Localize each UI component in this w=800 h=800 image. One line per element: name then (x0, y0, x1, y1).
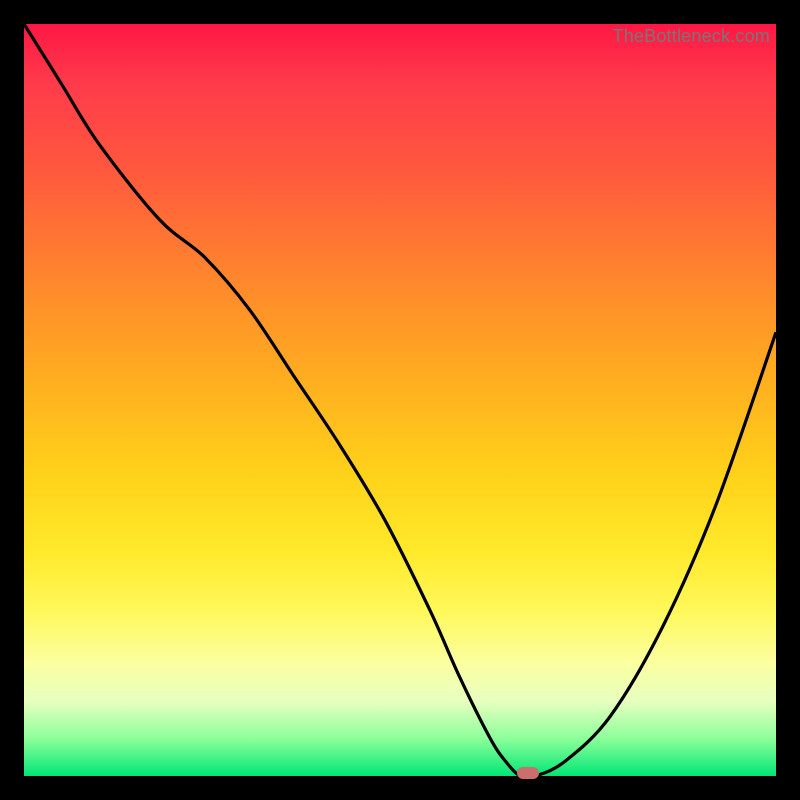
chart-frame: TheBottleneck.com (24, 24, 776, 776)
curve-path (24, 24, 776, 778)
watermark-text: TheBottleneck.com (613, 26, 770, 47)
optimum-marker (517, 767, 539, 779)
line-series (24, 24, 776, 776)
